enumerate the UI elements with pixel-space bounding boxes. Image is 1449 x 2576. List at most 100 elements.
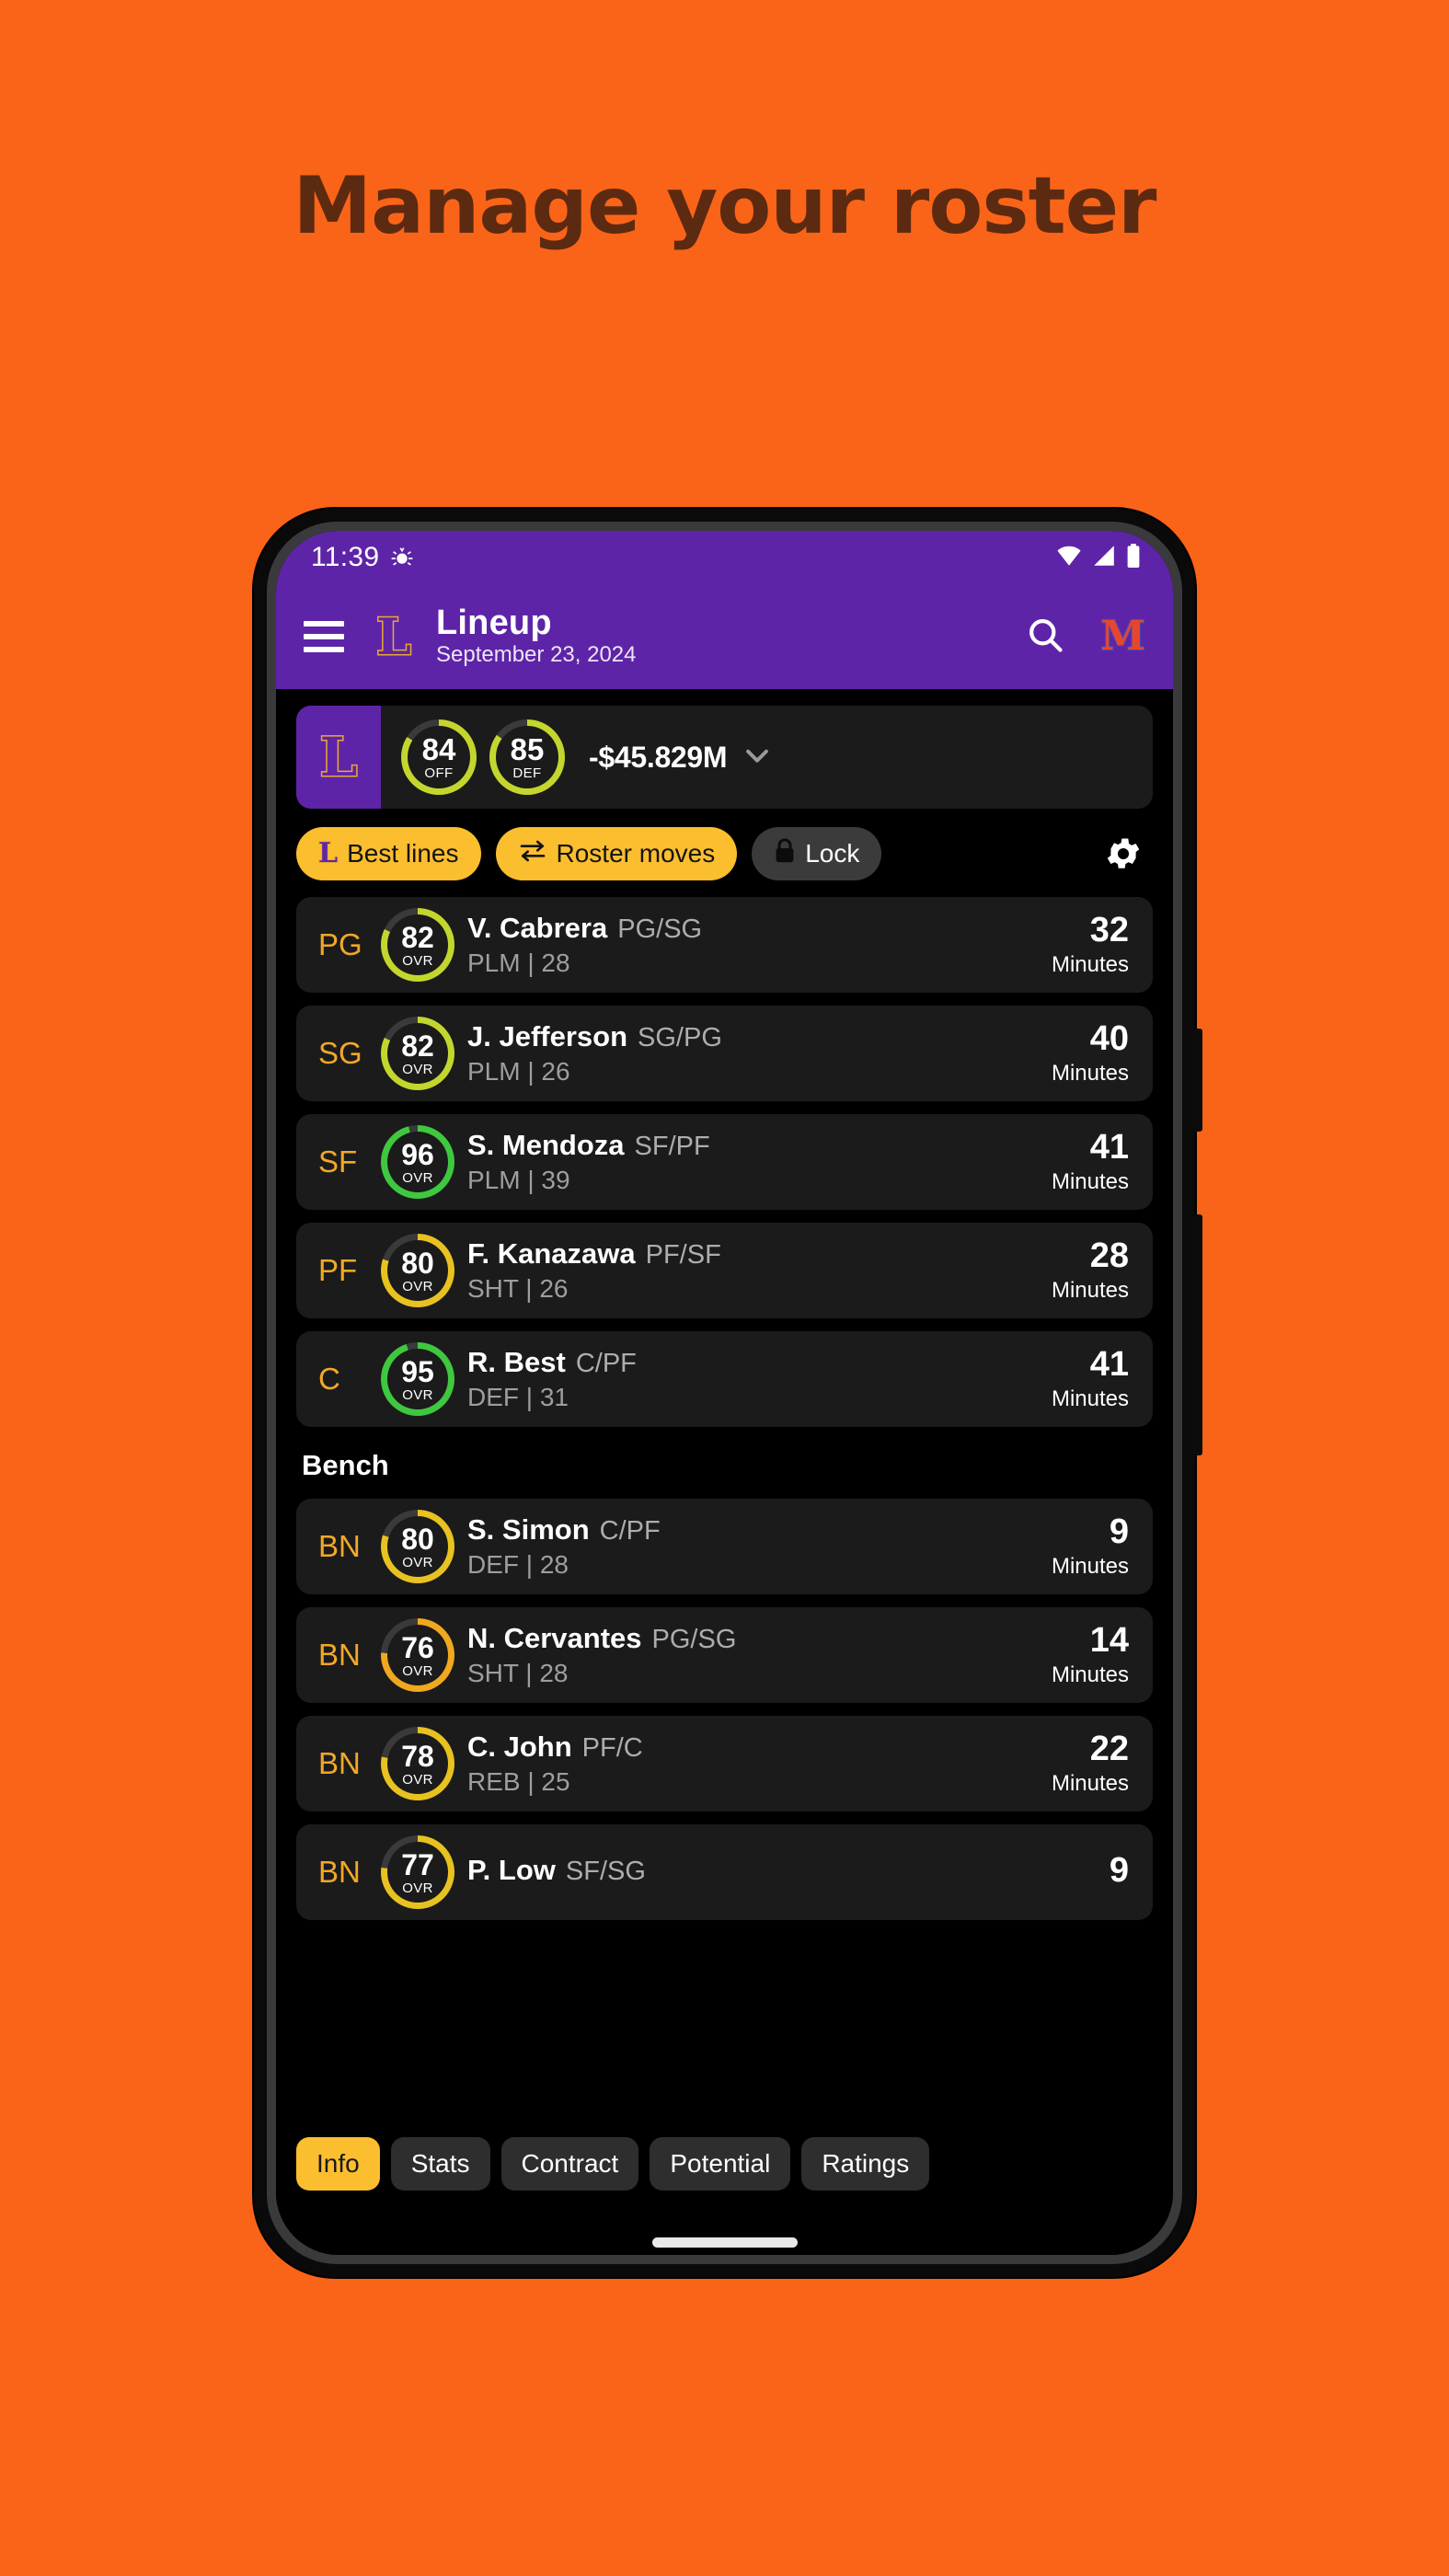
- battery-icon: [1125, 543, 1142, 572]
- minutes-value: 22: [1089, 1729, 1129, 1768]
- player-overall-ring: 78 OVR: [381, 1727, 454, 1800]
- player-slot: BN: [318, 1638, 361, 1672]
- player-info: S. Mendoza SF/PF PLM | 39: [467, 1129, 1052, 1195]
- overall-value: 96: [401, 1138, 434, 1172]
- table-row[interactable]: PF 80 OVR F. Kanazawa PF/SF SHT | 26 28 …: [296, 1223, 1153, 1318]
- tab-info[interactable]: Info: [296, 2137, 380, 2191]
- team-ratings: 84 OFF 85 DEF: [401, 719, 565, 795]
- hamburger-menu-icon[interactable]: [304, 621, 344, 652]
- minutes-value: 9: [1109, 1512, 1129, 1551]
- team-logo-letter: L: [375, 607, 413, 666]
- team-logo-letter: L: [318, 726, 359, 788]
- phone-screen: 11:39 L Lineup September 23, 2024 M L 84…: [276, 531, 1173, 2255]
- player-overall-ring: 76 OVR: [381, 1618, 454, 1692]
- player-slot: BN: [318, 1746, 361, 1780]
- overall-label: OVR: [402, 1554, 433, 1570]
- player-minutes: 40 Minutes: [1052, 1021, 1129, 1087]
- best-lines-button[interactable]: L Best lines: [296, 827, 481, 880]
- minutes-value: 41: [1089, 1127, 1129, 1167]
- search-icon[interactable]: [1025, 615, 1065, 660]
- minutes-label: Minutes: [1051, 1277, 1129, 1303]
- wifi-icon: [1055, 545, 1083, 571]
- overall-label: OVR: [402, 1278, 433, 1294]
- player-slot: SG: [318, 1036, 362, 1070]
- tab-stats[interactable]: Stats: [390, 2137, 490, 2191]
- minutes-value: 14: [1089, 1620, 1129, 1660]
- team-summary-bar[interactable]: L 84 OFF 85 DEF -$45.829M: [296, 706, 1153, 809]
- player-positions: C/PF: [575, 1349, 637, 1378]
- player-minutes: 22 Minutes: [1052, 1731, 1129, 1797]
- player-minutes: 9: [1110, 1853, 1129, 1892]
- player-archetype-age: PLM | 28: [467, 949, 570, 977]
- table-row[interactable]: SG 82 OVR J. Jefferson SG/PG PLM | 26 40…: [296, 1006, 1153, 1101]
- app-bar: L Lineup September 23, 2024 M: [276, 584, 1173, 689]
- rating-label: OFF: [424, 765, 454, 781]
- minutes-label: Minutes: [1051, 1770, 1129, 1796]
- team-offense-rating-ring: 84 OFF: [401, 719, 477, 795]
- rating-value: 85: [510, 732, 545, 767]
- table-row[interactable]: SF 96 OVR S. Mendoza SF/PF PLM | 39 41 M…: [296, 1114, 1153, 1210]
- player-name: N. Cervantes: [467, 1622, 642, 1654]
- minutes-value: 28: [1089, 1236, 1129, 1275]
- table-row[interactable]: BN 80 OVR S. Simon C/PF DEF | 28 9 Minut…: [296, 1499, 1153, 1594]
- player-name: V. Cabrera: [467, 912, 608, 944]
- overall-label: OVR: [402, 1880, 433, 1896]
- roster-list-scroll[interactable]: PG 82 OVR V. Cabrera PG/SG PLM | 28 32 M…: [276, 880, 1173, 1957]
- team-defense-rating-ring: 85 DEF: [489, 719, 565, 795]
- minutes-value: 9: [1109, 1850, 1129, 1890]
- app-bar-actions: M: [1025, 615, 1146, 660]
- player-minutes: 41 Minutes: [1052, 1130, 1129, 1195]
- table-row[interactable]: BN 77 OVR P. Low SF/SG 9: [296, 1824, 1153, 1920]
- overall-label: OVR: [402, 1662, 433, 1679]
- gear-icon[interactable]: [1103, 834, 1144, 874]
- lock-button[interactable]: Lock: [752, 827, 882, 880]
- tab-contract[interactable]: Contract: [500, 2137, 639, 2191]
- chevron-down-icon[interactable]: [742, 740, 773, 776]
- player-info: V. Cabrera PG/SG PLM | 28: [467, 912, 1052, 978]
- player-archetype-age: PLM | 26: [467, 1057, 570, 1086]
- tab-potential[interactable]: Potential: [650, 2137, 791, 2191]
- minutes-value: 40: [1089, 1018, 1129, 1058]
- phone-side-button-volume[interactable]: [1193, 1029, 1202, 1132]
- player-overall-ring: 80 OVR: [381, 1234, 454, 1307]
- cap-space-value: -$45.829M: [589, 740, 728, 774]
- bench-section-header: Bench: [302, 1449, 389, 1481]
- roster-action-bar: L Best lines Roster moves Lock: [296, 827, 1153, 880]
- table-row[interactable]: C 95 OVR R. Best C/PF DEF | 31 41 Minute…: [296, 1331, 1153, 1427]
- minutes-label: Minutes: [1051, 1386, 1129, 1411]
- player-slot: BN: [318, 1855, 361, 1889]
- player-overall-ring: 82 OVR: [381, 908, 454, 982]
- overall-value: 95: [401, 1355, 434, 1389]
- player-positions: C/PF: [599, 1516, 661, 1546]
- team-logo-icon: L: [370, 607, 418, 666]
- table-row[interactable]: BN 78 OVR C. John PF/C REB | 25 22 Minut…: [296, 1716, 1153, 1811]
- player-info: S. Simon C/PF DEF | 28: [467, 1513, 1052, 1580]
- player-overall-ring: 95 OVR: [381, 1342, 454, 1416]
- best-lines-label: Best lines: [347, 839, 459, 868]
- player-name: S. Mendoza: [467, 1129, 625, 1161]
- page-subtitle-date: September 23, 2024: [436, 642, 637, 668]
- home-indicator[interactable]: [651, 2237, 798, 2248]
- lock-label: Lock: [805, 839, 860, 868]
- overall-value: 82: [401, 921, 434, 955]
- minutes-label: Minutes: [1051, 1060, 1129, 1086]
- table-row[interactable]: BN 76 OVR N. Cervantes PG/SG SHT | 28 14…: [296, 1607, 1153, 1703]
- table-row[interactable]: PG 82 OVR V. Cabrera PG/SG PLM | 28 32 M…: [296, 897, 1153, 993]
- rating-value: 84: [421, 732, 456, 767]
- player-archetype-age: PLM | 39: [467, 1166, 570, 1194]
- player-info: P. Low SF/SG: [467, 1854, 1110, 1891]
- player-positions: SF/PF: [634, 1132, 710, 1161]
- minutes-label: Minutes: [1051, 1553, 1129, 1579]
- opponent-logo-icon[interactable]: M: [1099, 615, 1146, 658]
- phone-side-button-power[interactable]: [1193, 1214, 1202, 1455]
- app-content: L 84 OFF 85 DEF -$45.829M L Best lines R…: [276, 706, 1173, 2255]
- bug-icon: [390, 546, 414, 569]
- tab-ratings[interactable]: Ratings: [801, 2137, 930, 2191]
- page-title: Lineup: [436, 604, 552, 643]
- overall-value: 80: [401, 1523, 434, 1557]
- player-archetype-age: REB | 25: [467, 1767, 570, 1796]
- roster-moves-button[interactable]: Roster moves: [495, 827, 738, 880]
- player-positions: PF/C: [581, 1733, 643, 1763]
- status-bar-left: 11:39: [311, 542, 414, 573]
- overall-label: OVR: [402, 1386, 433, 1403]
